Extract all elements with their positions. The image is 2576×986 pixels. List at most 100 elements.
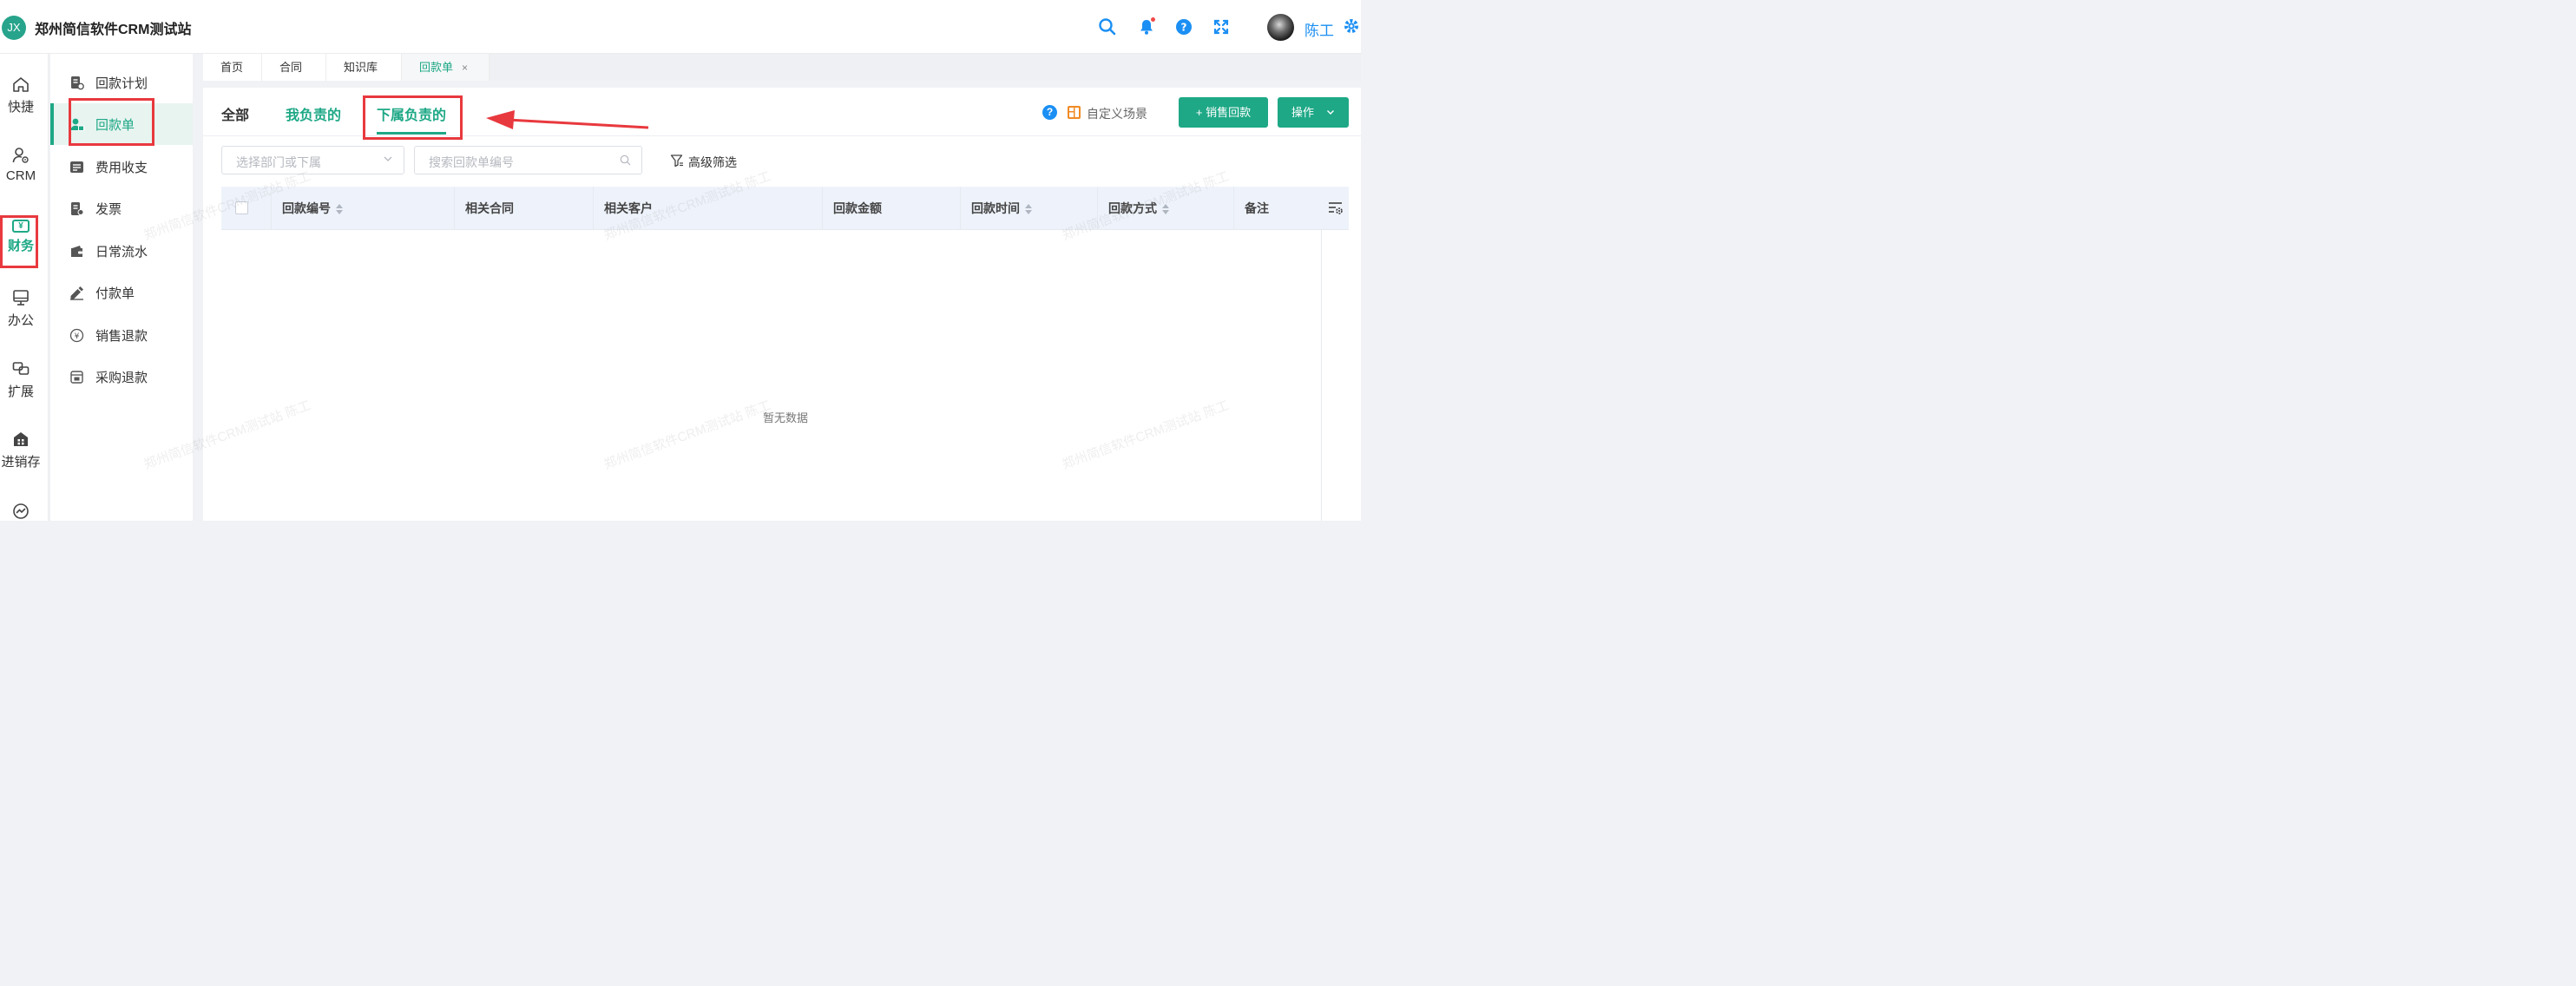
custom-scene-icon[interactable] — [1067, 105, 1081, 120]
advanced-filter-button[interactable]: 高级筛选 — [688, 154, 737, 171]
sort-icon[interactable] — [1162, 204, 1169, 215]
extension-icon — [12, 362, 30, 375]
page-tabs: 首页 合同 知识库 回款单 × — [203, 54, 1361, 81]
scene-help-icon[interactable]: ? — [1042, 105, 1057, 120]
submenu-label: 费用收支 — [95, 161, 148, 175]
notification-dot — [1151, 17, 1155, 22]
submenu-item-sales-refund[interactable]: ¥ 销售退款 — [50, 314, 193, 356]
rail-item-office[interactable]: 办公 — [0, 288, 42, 329]
scene-mine[interactable]: 我负责的 — [286, 103, 341, 124]
rail-label: 快捷 — [7, 100, 34, 115]
highlight-box-finance — [0, 215, 38, 268]
rail-label: CRM — [5, 168, 36, 183]
settings-gear-icon[interactable] — [1343, 17, 1362, 36]
submenu-label: 发票 — [95, 202, 122, 217]
submenu-item-invoice[interactable]: 发票 — [50, 187, 193, 229]
department-placeholder: 选择部门或下属 — [236, 155, 321, 169]
column-settings-icon[interactable] — [1328, 200, 1344, 216]
tab-receipt[interactable]: 回款单 × — [402, 54, 490, 81]
app-logo: JX — [2, 16, 26, 40]
rail-item-extension[interactable]: 扩展 — [0, 359, 42, 400]
column-label: 回款方式 — [1108, 201, 1157, 215]
search-icon — [620, 154, 631, 166]
sort-icon[interactable] — [336, 204, 343, 215]
user-name[interactable]: 陈工 — [1304, 18, 1334, 40]
tab-contract[interactable]: 合同 — [262, 54, 326, 81]
empty-state-text: 暂无数据 — [763, 411, 809, 424]
operations-button[interactable]: 操作 — [1278, 97, 1349, 128]
sort-icon[interactable] — [1025, 204, 1032, 215]
submenu-item-daily-flow[interactable]: 日常流水 — [50, 230, 193, 272]
column-label: 回款时间 — [971, 201, 1020, 215]
column-label: 回款金额 — [833, 201, 882, 215]
search-placeholder: 搜索回款单编号 — [429, 155, 514, 169]
submenu-label: 回款计划 — [95, 76, 148, 91]
submenu-item-expense[interactable]: 费用收支 — [50, 146, 193, 187]
expense-icon — [70, 161, 83, 173]
rail-item-more[interactable] — [0, 502, 42, 521]
custom-scene-link[interactable]: 自定义场景 — [1087, 105, 1147, 122]
add-sales-receipt-button[interactable]: + 销售回款 — [1179, 97, 1268, 128]
svg-text:?: ? — [1181, 22, 1187, 34]
tab-label: 合同 — [279, 61, 303, 74]
tab-label: 知识库 — [344, 61, 378, 74]
wallet-icon — [71, 246, 82, 257]
column-label: 备注 — [1245, 201, 1269, 215]
home-icon — [13, 77, 29, 92]
receipt-search-input[interactable]: 搜索回款单编号 — [414, 146, 642, 174]
annotation-arrow — [486, 110, 649, 129]
main-panel: 全部 我负责的 下属负责的 ? 自定义场景 + 销售回款 操作 选择部门或下属 … — [203, 88, 1361, 521]
column-header[interactable]: 回款编号 — [272, 187, 455, 230]
select-all-checkbox[interactable] — [235, 201, 248, 214]
module-rail: 快捷 CRM ¥ 财务 办公 扩展 进销存 — [0, 54, 49, 521]
user-avatar[interactable] — [1267, 14, 1294, 41]
column-header[interactable]: 回款时间 — [961, 187, 1098, 230]
chevron-down-icon — [384, 156, 392, 161]
highlight-box-subordinate — [363, 95, 463, 140]
column-header[interactable]: 回款方式 — [1098, 187, 1234, 230]
tab-home[interactable]: 首页 — [203, 54, 262, 81]
chevron-down-icon — [1326, 97, 1335, 141]
scene-all[interactable]: 全部 — [221, 103, 249, 124]
operations-label: 操作 — [1291, 106, 1315, 119]
submenu-label: 采购退款 — [95, 371, 148, 385]
filter-icon[interactable] — [670, 154, 684, 168]
submenu-item-payment-order[interactable]: 付款单 — [50, 272, 193, 313]
column-header: 回款金额 — [823, 187, 961, 230]
tab-knowledge-base[interactable]: 知识库 — [326, 54, 402, 81]
chart-circle-icon — [13, 503, 29, 519]
column-header: 相关客户 — [594, 187, 823, 230]
store-icon — [14, 432, 28, 446]
rail-item-inventory[interactable]: 进销存 — [0, 430, 42, 470]
refund-icon: ¥ — [69, 328, 84, 343]
submenu-label: 付款单 — [95, 286, 135, 301]
help-icon[interactable]: ? — [1174, 17, 1193, 36]
monitor-icon — [13, 290, 29, 306]
department-select[interactable]: 选择部门或下属 — [221, 146, 404, 174]
rail-item-crm[interactable]: CRM — [0, 146, 42, 183]
notification-bell-icon[interactable] — [1137, 17, 1156, 36]
svg-text:¥: ¥ — [75, 332, 80, 341]
column-label: 相关客户 — [604, 201, 653, 215]
rail-label: 办公 — [7, 313, 34, 328]
rail-item-quick[interactable]: 快捷 — [0, 75, 42, 115]
table-header: 回款编号 相关合同 相关客户 回款金额 回款时间 回款方式 备注 — [221, 187, 1349, 230]
payment-icon — [70, 286, 83, 300]
user-gear-icon — [12, 148, 29, 163]
table-scroll-edge — [1321, 230, 1322, 521]
rail-label: 扩展 — [7, 385, 34, 399]
tab-close-icon[interactable]: × — [462, 62, 468, 74]
plan-icon — [71, 76, 84, 90]
invoice-icon — [71, 202, 84, 215]
submenu-item-payment-plan[interactable]: 回款计划 — [50, 62, 193, 103]
search-icon[interactable] — [1098, 17, 1117, 36]
fullscreen-icon[interactable] — [1212, 17, 1231, 36]
submenu-item-purchase-refund[interactable]: 采购退款 — [50, 356, 193, 398]
purchase-refund-icon — [70, 371, 83, 384]
rail-label: 进销存 — [1, 455, 41, 470]
column-label: 回款编号 — [282, 201, 331, 215]
top-header: JX 郑州简信软件CRM测试站 ? 陈工 — [0, 0, 1361, 54]
submenu-label: 日常流水 — [95, 245, 148, 260]
tab-label: 回款单 — [419, 61, 454, 74]
column-header: 相关合同 — [455, 187, 594, 230]
